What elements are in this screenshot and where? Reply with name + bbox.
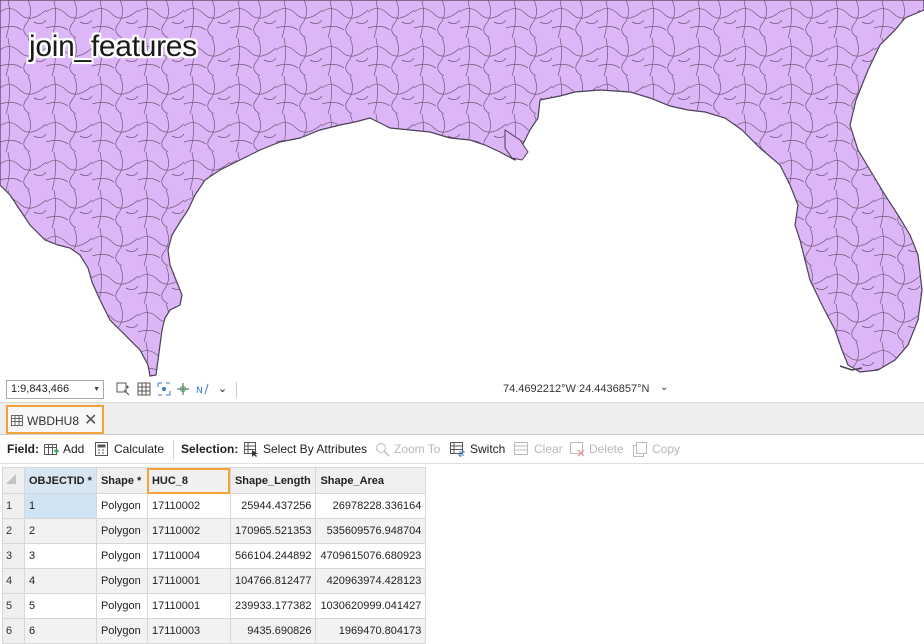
scale-value: 1:9,843,466	[11, 383, 70, 395]
switch-selection-button[interactable]: Switch	[470, 442, 505, 456]
cell-shape[interactable]: Polygon	[95, 618, 148, 644]
cell-objectid[interactable]: 3	[24, 543, 97, 569]
cell-huc8[interactable]: 17110001	[146, 593, 231, 619]
tab-wbdhu8[interactable]: WBDHU8 ✕	[6, 405, 104, 434]
cell-shape-area[interactable]: 420963974.428123	[315, 568, 427, 594]
cell-shape-length[interactable]: 25944.437256	[229, 493, 317, 519]
corner-triangle-icon	[6, 474, 16, 484]
clear-selection-button[interactable]: Clear	[534, 442, 563, 456]
cell-shape[interactable]: Polygon	[95, 518, 148, 544]
column-header-shape[interactable]: Shape *	[95, 467, 148, 494]
table-toolbar: Field: Add Calculate Selection: Select B…	[0, 436, 924, 464]
grid-icon[interactable]	[137, 382, 151, 396]
cell-objectid[interactable]: 1	[24, 493, 97, 519]
cell-shape[interactable]: Polygon	[95, 593, 148, 619]
calculate-button[interactable]: Calculate	[114, 442, 164, 456]
cell-shape-length[interactable]: 104766.812477	[229, 568, 317, 594]
cell-shape-area[interactable]: 4709615076.680923	[315, 543, 427, 569]
select-all-corner[interactable]	[2, 467, 25, 494]
chevron-down-icon[interactable]: ⌄	[660, 382, 668, 393]
selection-label: Selection:	[181, 442, 239, 456]
table-row[interactable]: 1 1 Polygon 17110002 25944.437256 269782…	[2, 493, 427, 519]
zoom-to-icon	[376, 443, 390, 457]
table-row[interactable]: 2 2 Polygon 17110002 170965.521353 53560…	[2, 518, 427, 544]
column-header-shape-area[interactable]: Shape_Area	[315, 467, 427, 494]
map-view[interactable]: join_features	[0, 0, 924, 378]
row-number[interactable]: 5	[2, 593, 25, 619]
scale-selector[interactable]: 1:9,843,466 ▼	[6, 380, 104, 399]
map-title: join_features	[29, 30, 197, 63]
row-number[interactable]: 2	[2, 518, 25, 544]
delete-icon	[570, 442, 585, 457]
add-field-icon	[44, 444, 59, 455]
cell-huc8[interactable]: 17110002	[146, 518, 231, 544]
cell-shape[interactable]: Polygon	[95, 543, 148, 569]
table-icon	[11, 415, 23, 426]
row-number[interactable]: 1	[2, 493, 25, 519]
chevron-down-icon: ▼	[93, 386, 100, 393]
delete-button[interactable]: Delete	[589, 442, 624, 456]
cell-shape-area[interactable]: 1030620999.041427	[315, 593, 427, 619]
coordinate-readout: 74.4692212°W 24.4436857°N	[503, 383, 650, 395]
select-by-attributes-button[interactable]: Select By Attributes	[263, 442, 367, 456]
attribute-table: OBJECTID * Shape * HUC_8 Shape_Length Sh…	[0, 464, 924, 644]
add-field-button[interactable]: Add	[63, 442, 84, 456]
cell-shape[interactable]: Polygon	[95, 493, 148, 519]
svg-text:N: N	[196, 386, 203, 396]
table-row[interactable]: 3 3 Polygon 17110004 566104.244892 47096…	[2, 543, 427, 569]
clear-selection-icon	[514, 442, 528, 455]
row-number[interactable]: 4	[2, 568, 25, 594]
table-row[interactable]: 5 5 Polygon 17110001 239933.177382 10306…	[2, 593, 427, 619]
cell-huc8[interactable]: 17110002	[146, 493, 231, 519]
cell-shape[interactable]: Polygon	[95, 568, 148, 594]
divider	[236, 382, 237, 398]
cell-shape-length[interactable]: 566104.244892	[229, 543, 317, 569]
table-row[interactable]: 4 4 Polygon 17110001 104766.812477 42096…	[2, 568, 427, 594]
cell-objectid[interactable]: 6	[24, 618, 97, 644]
column-header-objectid[interactable]: OBJECTID *	[24, 467, 97, 494]
cell-shape-length[interactable]: 239933.177382	[229, 593, 317, 619]
copy-icon	[633, 442, 647, 457]
cell-shape-area[interactable]: 535609576.948704	[315, 518, 427, 544]
row-number[interactable]: 6	[2, 618, 25, 644]
cell-shape-length[interactable]: 9435.690826	[229, 618, 317, 644]
cell-shape-area[interactable]: 1969470.804173	[315, 618, 427, 644]
north-arrow-icon[interactable]: N	[196, 382, 210, 396]
cell-shape-area[interactable]: 26978228.336164	[315, 493, 427, 519]
snapping-icon[interactable]	[157, 382, 171, 396]
cell-huc8[interactable]: 17110001	[146, 568, 231, 594]
cell-objectid[interactable]: 5	[24, 593, 97, 619]
field-label: Field:	[7, 442, 39, 456]
cell-huc8[interactable]: 17110003	[146, 618, 231, 644]
fixed-zoom-icon[interactable]	[116, 382, 130, 396]
column-header-shape-length[interactable]: Shape_Length	[229, 467, 317, 494]
switch-selection-icon	[450, 442, 465, 457]
tab-label: WBDHU8	[27, 414, 80, 428]
cell-objectid[interactable]: 2	[24, 518, 97, 544]
cell-objectid[interactable]: 4	[24, 568, 97, 594]
chevron-down-icon[interactable]: ⌄	[218, 382, 232, 396]
column-header-huc8[interactable]: HUC_8	[146, 467, 231, 494]
copy-button[interactable]: Copy	[652, 442, 680, 456]
zoom-to-button[interactable]: Zoom To	[394, 442, 440, 456]
close-icon[interactable]: ✕	[84, 410, 97, 430]
attribute-grid: OBJECTID * Shape * HUC_8 Shape_Length Sh…	[2, 467, 427, 644]
cell-shape-length[interactable]: 170965.521353	[229, 518, 317, 544]
attribute-table-tabs: WBDHU8 ✕	[0, 403, 924, 435]
map-status-bar: 1:9,843,466 ▼ N ⌄ 74.4692212°W 24.443685…	[0, 378, 924, 403]
calculate-icon	[95, 442, 108, 456]
row-number[interactable]: 3	[2, 543, 25, 569]
table-row[interactable]: 6 6 Polygon 17110003 9435.690826 1969470…	[2, 618, 427, 644]
header-row: OBJECTID * Shape * HUC_8 Shape_Length Sh…	[2, 467, 427, 494]
select-by-attributes-icon	[244, 442, 258, 457]
measure-icon[interactable]	[176, 382, 190, 396]
divider	[173, 440, 174, 460]
cell-huc8[interactable]: 17110004	[146, 543, 231, 569]
